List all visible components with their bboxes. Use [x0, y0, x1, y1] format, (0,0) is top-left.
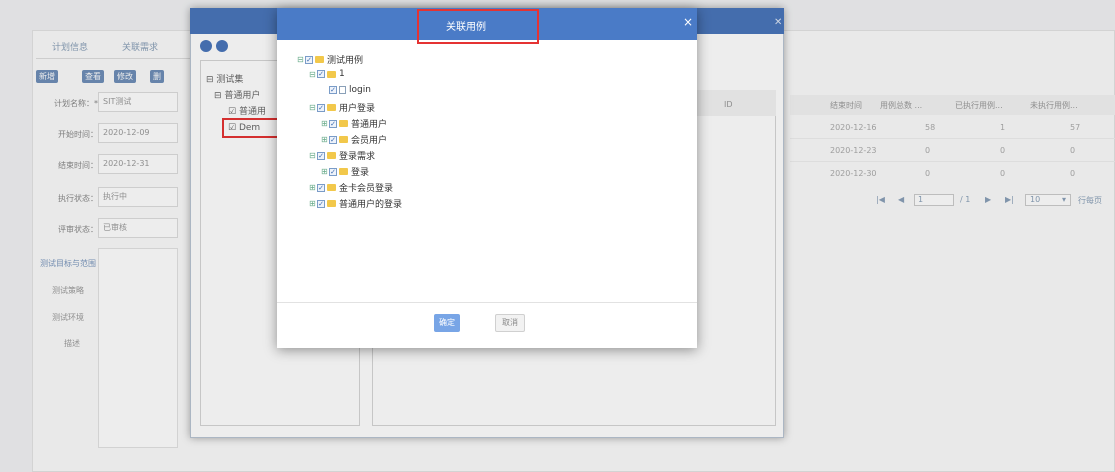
file-icon	[339, 86, 346, 94]
folder-icon	[327, 104, 336, 111]
expand-toggle-icon[interactable]: ⊞	[321, 135, 329, 144]
folder-icon	[327, 70, 336, 78]
tree-node-label: 1	[339, 69, 345, 79]
cancel-button[interactable]: 取消	[495, 314, 525, 332]
checkbox[interactable]: ✓	[329, 167, 337, 176]
tree-node-label: 普通用户的登录	[339, 200, 403, 210]
expand-toggle-icon[interactable]: ⊞	[321, 167, 329, 176]
checkbox[interactable]: ✓	[317, 199, 325, 208]
tree-node-1[interactable]: ⊟ ✓ 1	[309, 69, 345, 79]
expand-toggle-icon[interactable]: ⊞	[309, 199, 317, 208]
checkbox[interactable]: ✓	[329, 86, 337, 94]
checkbox[interactable]: ✓	[329, 119, 337, 128]
tree-node-label: 用户登录	[339, 104, 376, 114]
tree-node-label: 金卡会员登录	[339, 184, 394, 194]
tree-node-label: 测试用例	[327, 56, 364, 66]
tree-node-login[interactable]: ✓ login	[329, 85, 371, 95]
dialog-title: 关联用例	[446, 22, 486, 33]
tree-node-normal-user[interactable]: ⊞ ✓ 普通用户	[321, 117, 387, 130]
checkbox[interactable]: ✓	[317, 103, 325, 112]
expand-toggle-icon[interactable]: ⊞	[321, 119, 329, 128]
tree-node-label: 会员用户	[351, 136, 388, 146]
tree-node-member-user[interactable]: ⊞ ✓ 会员用户	[321, 133, 387, 146]
tree-node-label: 登录	[351, 168, 370, 178]
checkbox[interactable]: ✓	[305, 55, 313, 64]
checkbox[interactable]: ✓	[317, 151, 325, 160]
tree-node-login-sub[interactable]: ⊞ ✓ 登录	[321, 165, 369, 178]
checkbox[interactable]: ✓	[329, 135, 337, 144]
folder-icon	[339, 120, 348, 127]
folder-icon	[327, 152, 336, 159]
folder-icon	[339, 168, 348, 175]
folder-icon	[327, 200, 336, 207]
checkbox[interactable]: ✓	[317, 183, 325, 192]
folder-icon	[315, 56, 324, 63]
tree-node-label: 登录需求	[339, 152, 376, 162]
close-icon[interactable]: ×	[683, 15, 693, 29]
folder-icon	[327, 184, 336, 191]
tree-node-login-requirement[interactable]: ⊟ ✓ 登录需求	[309, 149, 375, 162]
tree-node-normal-user-login[interactable]: ⊞ ✓ 普通用户的登录	[309, 197, 402, 210]
footer-divider	[277, 302, 697, 303]
expand-toggle-icon[interactable]: ⊞	[309, 183, 317, 192]
collapse-toggle-icon[interactable]: ⊟	[309, 103, 317, 112]
tree-node-label: 普通用户	[351, 120, 388, 130]
tree-node-label: login	[349, 85, 371, 95]
collapse-toggle-icon[interactable]: ⊟	[309, 70, 317, 79]
checkbox[interactable]: ✓	[317, 70, 325, 78]
tree-node-test-cases[interactable]: ⊟ ✓ 测试用例	[297, 53, 363, 66]
tree-node-gold-member-login[interactable]: ⊞ ✓ 金卡会员登录	[309, 181, 393, 194]
collapse-toggle-icon[interactable]: ⊟	[297, 55, 305, 64]
folder-icon	[339, 136, 348, 143]
collapse-toggle-icon[interactable]: ⊟	[309, 151, 317, 160]
confirm-button[interactable]: 确定	[434, 314, 460, 332]
tree-node-user-login[interactable]: ⊟ ✓ 用户登录	[309, 101, 375, 114]
